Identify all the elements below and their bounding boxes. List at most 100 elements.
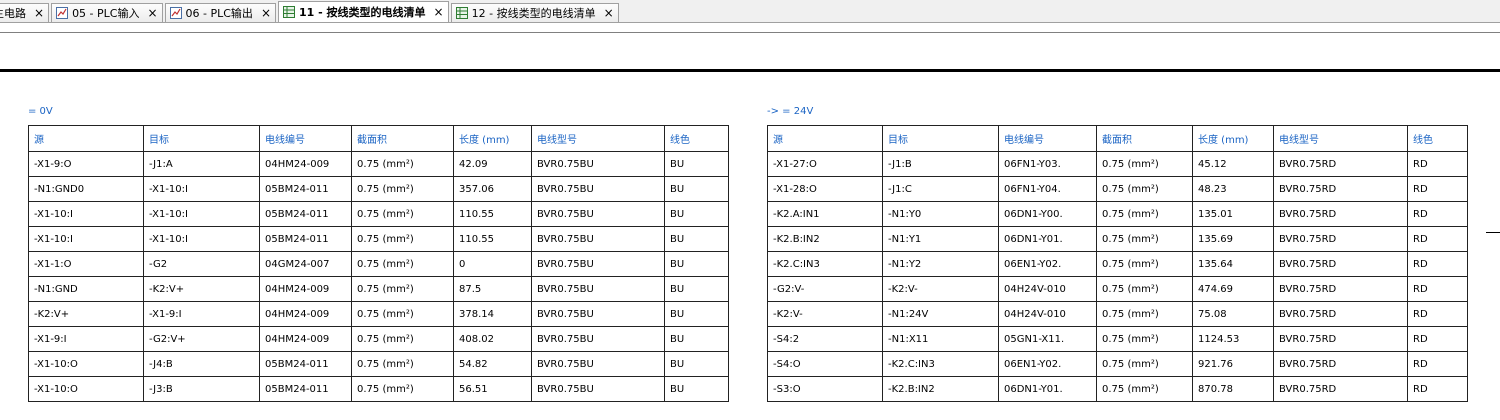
table-page-icon — [455, 7, 468, 19]
table-cell: -G2:V- — [767, 276, 883, 302]
table-row: -G2:V- -K2:V- 04H24V-010 0.75 (mm²) 474.69 BV… — [767, 276, 1468, 302]
table-cell: 0.75 (mm²) — [1096, 326, 1193, 352]
table-row: -X1-9:I -G2:V+ 04HM24-009 0.75 (mm²) 408.02 B… — [28, 326, 729, 352]
table-cell: 04GM24-007 — [259, 251, 352, 277]
table-cell: -G2:V+ — [143, 326, 260, 352]
column-header: 截面积 — [351, 125, 454, 152]
table-cell: 135.01 — [1192, 201, 1274, 227]
table-cell: BU — [664, 276, 729, 302]
table-cell: -S4:O — [767, 351, 883, 377]
table-cell: -K2:V- — [882, 276, 999, 302]
table-cell: 54.82 — [453, 351, 532, 377]
table-cell: -J3:B — [143, 376, 260, 402]
table-cell: 04HM24-009 — [259, 301, 352, 327]
table-row: -X1-9:O -J1:A 04HM24-009 0.75 (mm²) 42.09 BVR… — [28, 151, 729, 177]
close-icon[interactable]: × — [434, 5, 444, 19]
document-tab-bar: 主电路 × 05 - PLC输入 × 06 - PLC输出 × 11 - 按线类… — [0, 0, 1500, 23]
table-cell: 357.06 — [453, 176, 532, 202]
table-row: -X1-1:O -G2 04GM24-007 0.75 (mm²) 0 BVR0.75BU… — [28, 251, 729, 277]
tab-wire-list-12[interactable]: 12 - 按线类型的电线清单 × — [450, 3, 619, 22]
table-cell: -X1-10:I — [28, 201, 144, 227]
table-row: -K2.A:IN1 -N1:Y0 06DN1-Y00. 0.75 (mm²) 135.0… — [767, 201, 1468, 227]
table-row: -X1-10:O -J3:B 05BM24-011 0.75 (mm²) 56.51 BV… — [28, 376, 729, 402]
table-cell: BVR0.75RD — [1273, 251, 1408, 277]
tab-wire-list-11[interactable]: 11 - 按线类型的电线清单 × — [278, 1, 449, 22]
table-cell: RD — [1407, 251, 1468, 277]
table-cell: 378.14 — [453, 301, 532, 327]
table-cell: RD — [1407, 326, 1468, 352]
table-cell: 48.23 — [1192, 176, 1274, 202]
table-cell: -X1-10:I — [143, 201, 260, 227]
table-cell: -N1:X11 — [882, 326, 999, 352]
column-header: 长度 (mm) — [1192, 125, 1274, 152]
table-cell: BVR0.75RD — [1273, 176, 1408, 202]
table-cell: BVR0.75RD — [1273, 376, 1408, 402]
table-cell: -K2:V+ — [28, 301, 144, 327]
table-cell: RD — [1407, 376, 1468, 402]
table-cell: -X1-9:O — [28, 151, 144, 177]
table-cell: BVR0.75BU — [531, 326, 665, 352]
table-cell: -X1-10:O — [28, 376, 144, 402]
close-icon[interactable]: × — [604, 6, 614, 20]
table-cell: 0.75 (mm²) — [351, 201, 454, 227]
table-cell: 0.75 (mm²) — [351, 151, 454, 177]
table-cell: 04HM24-009 — [259, 326, 352, 352]
table-cell: 05BM24-011 — [259, 376, 352, 402]
table-cell: -J1:B — [882, 151, 999, 177]
table-cell: BVR0.75BU — [531, 276, 665, 302]
table-cell: 135.69 — [1192, 226, 1274, 252]
table-row: -S3:O -K2.B:IN2 06DN1-Y01. 0.75 (mm²) 870.78… — [767, 376, 1468, 402]
table-cell: 0.75 (mm²) — [351, 326, 454, 352]
table-cell: BU — [664, 176, 729, 202]
table-cell: BVR0.75RD — [1273, 351, 1408, 377]
table-cell: BVR0.75RD — [1273, 151, 1408, 177]
tab-label: 11 - 按线类型的电线清单 — [299, 6, 426, 19]
column-header: 源 — [767, 125, 883, 152]
table-row: -X1-10:I -X1-10:I 05BM24-011 0.75 (mm²) 110.… — [28, 201, 729, 227]
close-icon[interactable]: × — [147, 6, 157, 20]
chart-page-icon — [56, 7, 69, 19]
column-header: 电线型号 — [1273, 125, 1408, 152]
table-row: -X1-27:O -J1:B 06FN1-Y03. 0.75 (mm²) 45.12 BV… — [767, 151, 1468, 177]
margin-tick-mark — [1486, 232, 1500, 233]
column-header: 线色 — [1407, 125, 1468, 152]
table-cell: -J1:A — [143, 151, 260, 177]
table-cell: 921.76 — [1192, 351, 1274, 377]
column-header: 目标 — [143, 125, 260, 152]
column-header: 电线型号 — [531, 125, 665, 152]
tab-plc-output[interactable]: 06 - PLC输出 × — [164, 3, 276, 22]
table-cell: 0.75 (mm²) — [1096, 276, 1193, 302]
table-cell: BVR0.75BU — [531, 301, 665, 327]
tab-plc-input[interactable]: 05 - PLC输入 × — [51, 3, 163, 22]
table-cell: 0.75 (mm²) — [351, 251, 454, 277]
table-row: -S4:O -K2.C:IN3 06EN1-Y02. 0.75 (mm²) 921.76… — [767, 351, 1468, 377]
table-cell: BVR0.75BU — [531, 376, 665, 402]
tab-label: 主电路 — [0, 7, 26, 20]
table-cell: BVR0.75RD — [1273, 201, 1408, 227]
left-wire-table: 源目标 电线编号 截面积 长度 (mm) 电线型号 线色 -X1-9:O -J1:A 04HM2… — [28, 125, 729, 402]
table-cell: BU — [664, 251, 729, 277]
table-cell: -N1:24V — [882, 301, 999, 327]
table-cell: -N1:Y1 — [882, 226, 999, 252]
table-cell: 0.75 (mm²) — [1096, 176, 1193, 202]
table-cell: 42.09 — [453, 151, 532, 177]
right-wire-table: 源目标 电线编号 截面积 长度 (mm) 电线型号 线色 -X1-27:O -J1:B 06FN… — [767, 125, 1468, 402]
close-icon[interactable]: × — [261, 6, 271, 20]
close-icon[interactable]: × — [34, 6, 44, 20]
table-cell: BVR0.75BU — [531, 351, 665, 377]
table-cell: RD — [1407, 201, 1468, 227]
chart-page-icon — [169, 7, 182, 19]
table-cell: 408.02 — [453, 326, 532, 352]
table-cell: 0.75 (mm²) — [351, 301, 454, 327]
table-cell: BVR0.75BU — [531, 201, 665, 227]
table-cell: 87.5 — [453, 276, 532, 302]
table-cell: 04HM24-009 — [259, 151, 352, 177]
column-header: 电线编号 — [259, 125, 352, 152]
table-cell: BU — [664, 326, 729, 352]
table-cell: -K2.A:IN1 — [767, 201, 883, 227]
table-cell: -K2.B:IN2 — [882, 376, 999, 402]
table-cell: -J1:C — [882, 176, 999, 202]
table-cell: 0.75 (mm²) — [1096, 351, 1193, 377]
table-cell: 0.75 (mm²) — [1096, 226, 1193, 252]
tab-main-circuit[interactable]: 主电路 × — [0, 3, 50, 22]
